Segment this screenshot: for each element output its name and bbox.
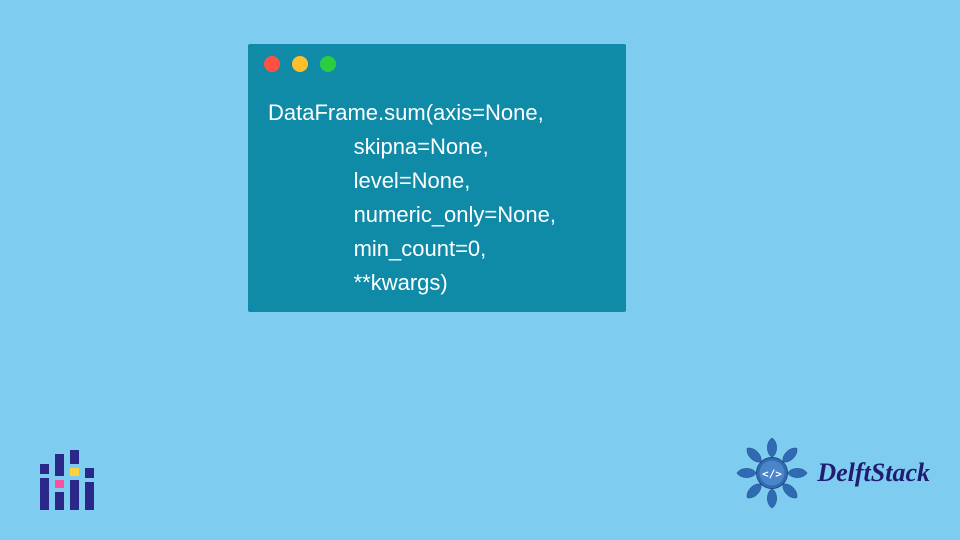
code-line: DataFrame.sum(axis=None, bbox=[268, 96, 606, 130]
window-titlebar bbox=[248, 44, 626, 84]
code-line: min_count=0, bbox=[268, 232, 606, 266]
maximize-dot-icon bbox=[320, 56, 336, 72]
mandala-icon: </> bbox=[733, 434, 811, 512]
close-dot-icon bbox=[264, 56, 280, 72]
code-line: **kwargs) bbox=[268, 266, 606, 300]
minimize-dot-icon bbox=[292, 56, 308, 72]
svg-text:</>: </> bbox=[762, 468, 782, 481]
code-line: skipna=None, bbox=[268, 130, 606, 164]
brand-name: DelftStack bbox=[817, 458, 930, 488]
code-window: DataFrame.sum(axis=None, skipna=None, le… bbox=[248, 44, 626, 312]
left-bars-logo-icon bbox=[40, 450, 94, 510]
code-line: numeric_only=None, bbox=[268, 198, 606, 232]
brand-logo: </> DelftStack bbox=[733, 434, 930, 512]
code-body: DataFrame.sum(axis=None, skipna=None, le… bbox=[248, 84, 626, 317]
code-line: level=None, bbox=[268, 164, 606, 198]
